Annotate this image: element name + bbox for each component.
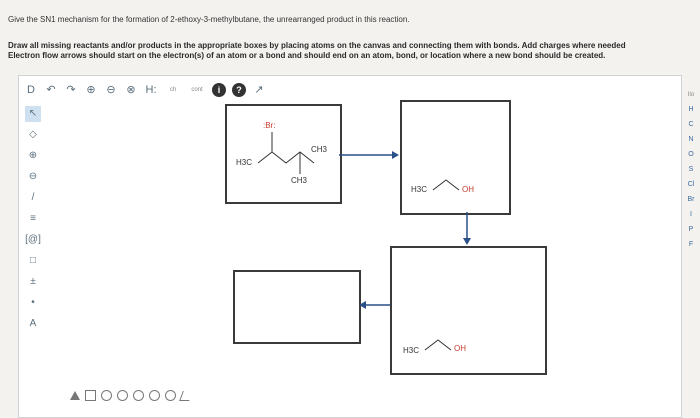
box1-skeleton: [257, 151, 315, 164]
box1-h3c: H3C: [236, 158, 253, 167]
arrowhead-2-3: [463, 238, 471, 245]
box3-oh: OH: [454, 344, 466, 353]
arrows-and-bonds: [257, 132, 471, 351]
box1-bromine: :Br:: [263, 121, 276, 130]
box2-oh: OH: [462, 185, 474, 194]
box3-skeleton: [424, 339, 452, 351]
arrowhead-3-4: [359, 301, 366, 309]
box1-ch3-bottom: CH3: [291, 176, 308, 185]
box2-skeleton: [432, 179, 460, 191]
box2-h3c: H3C: [411, 185, 428, 194]
box1-ch3-right: CH3: [311, 145, 328, 154]
box3-h3c: H3C: [403, 346, 420, 355]
arrowhead-1-2: [392, 151, 399, 159]
